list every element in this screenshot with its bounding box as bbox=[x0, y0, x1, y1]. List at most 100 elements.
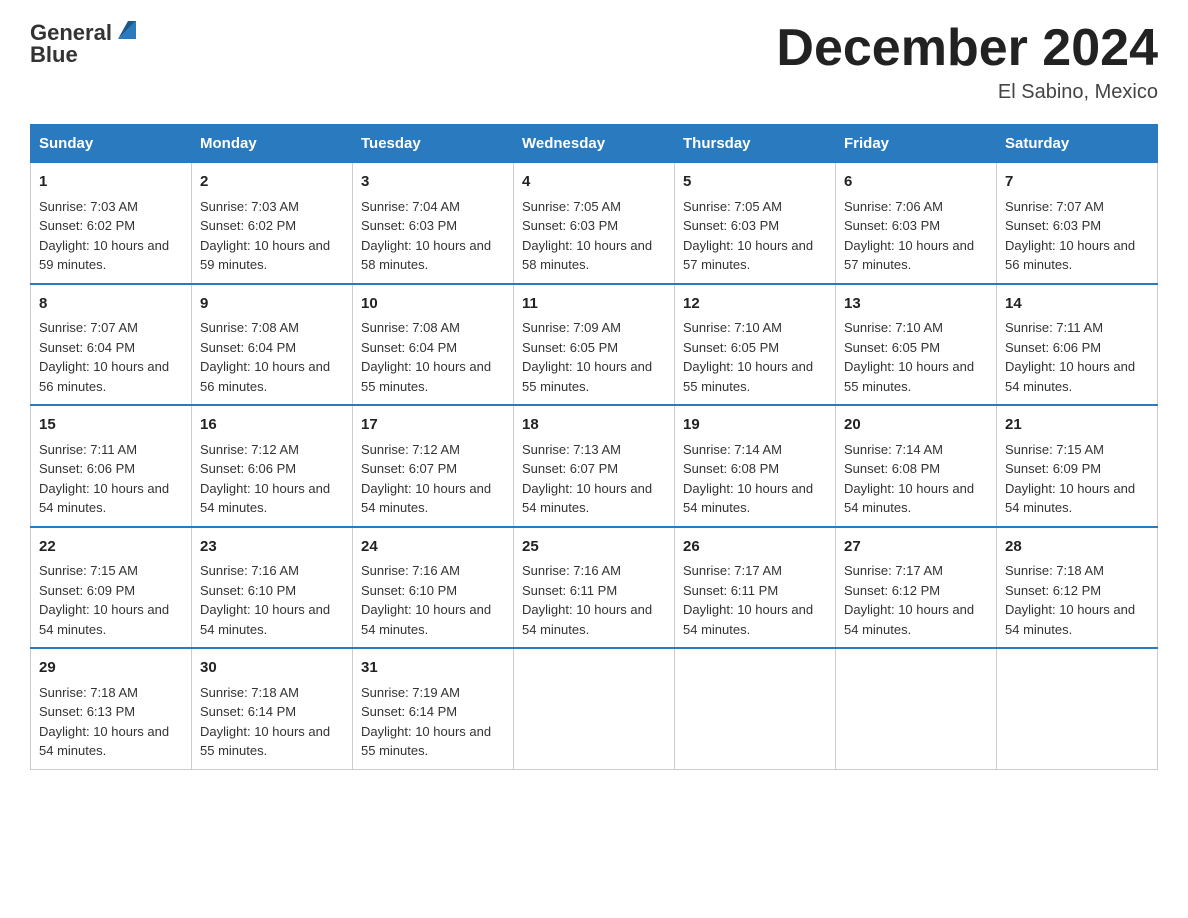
calendar-header-thursday: Thursday bbox=[675, 125, 836, 163]
sunrise-text: Sunrise: 7:16 AM bbox=[361, 561, 505, 581]
calendar-header-wednesday: Wednesday bbox=[514, 125, 675, 163]
sunrise-text: Sunrise: 7:17 AM bbox=[844, 561, 988, 581]
sunrise-text: Sunrise: 7:09 AM bbox=[522, 318, 666, 338]
calendar-cell: 6Sunrise: 7:06 AMSunset: 6:03 PMDaylight… bbox=[836, 163, 997, 284]
day-number: 7 bbox=[1005, 171, 1149, 194]
calendar-cell: 25Sunrise: 7:16 AMSunset: 6:11 PMDayligh… bbox=[514, 527, 675, 649]
sunset-text: Sunset: 6:09 PM bbox=[1005, 459, 1149, 479]
calendar-header-sunday: Sunday bbox=[31, 125, 192, 163]
calendar-cell: 26Sunrise: 7:17 AMSunset: 6:11 PMDayligh… bbox=[675, 527, 836, 649]
sunset-text: Sunset: 6:06 PM bbox=[1005, 338, 1149, 358]
calendar-cell: 30Sunrise: 7:18 AMSunset: 6:14 PMDayligh… bbox=[192, 648, 353, 769]
day-number: 13 bbox=[844, 293, 988, 316]
sunrise-text: Sunrise: 7:08 AM bbox=[361, 318, 505, 338]
sunset-text: Sunset: 6:05 PM bbox=[522, 338, 666, 358]
daylight-text: Daylight: 10 hours and 54 minutes. bbox=[39, 479, 183, 518]
calendar-header-saturday: Saturday bbox=[997, 125, 1158, 163]
calendar-cell: 15Sunrise: 7:11 AMSunset: 6:06 PMDayligh… bbox=[31, 405, 192, 527]
sunset-text: Sunset: 6:12 PM bbox=[844, 581, 988, 601]
sunset-text: Sunset: 6:11 PM bbox=[683, 581, 827, 601]
daylight-text: Daylight: 10 hours and 55 minutes. bbox=[522, 357, 666, 396]
calendar-header-row: SundayMondayTuesdayWednesdayThursdayFrid… bbox=[31, 125, 1158, 163]
calendar-cell: 5Sunrise: 7:05 AMSunset: 6:03 PMDaylight… bbox=[675, 163, 836, 284]
sunrise-text: Sunrise: 7:13 AM bbox=[522, 440, 666, 460]
day-number: 10 bbox=[361, 293, 505, 316]
sunset-text: Sunset: 6:11 PM bbox=[522, 581, 666, 601]
day-number: 24 bbox=[361, 536, 505, 559]
day-number: 27 bbox=[844, 536, 988, 559]
sunset-text: Sunset: 6:08 PM bbox=[844, 459, 988, 479]
calendar-cell: 13Sunrise: 7:10 AMSunset: 6:05 PMDayligh… bbox=[836, 284, 997, 406]
sunset-text: Sunset: 6:06 PM bbox=[39, 459, 183, 479]
day-number: 28 bbox=[1005, 536, 1149, 559]
sunset-text: Sunset: 6:14 PM bbox=[361, 702, 505, 722]
sunrise-text: Sunrise: 7:17 AM bbox=[683, 561, 827, 581]
daylight-text: Daylight: 10 hours and 54 minutes. bbox=[683, 479, 827, 518]
calendar-cell: 28Sunrise: 7:18 AMSunset: 6:12 PMDayligh… bbox=[997, 527, 1158, 649]
sunrise-text: Sunrise: 7:16 AM bbox=[522, 561, 666, 581]
daylight-text: Daylight: 10 hours and 56 minutes. bbox=[39, 357, 183, 396]
calendar-cell: 12Sunrise: 7:10 AMSunset: 6:05 PMDayligh… bbox=[675, 284, 836, 406]
daylight-text: Daylight: 10 hours and 54 minutes. bbox=[844, 600, 988, 639]
calendar-cell: 11Sunrise: 7:09 AMSunset: 6:05 PMDayligh… bbox=[514, 284, 675, 406]
sunset-text: Sunset: 6:09 PM bbox=[39, 581, 183, 601]
daylight-text: Daylight: 10 hours and 54 minutes. bbox=[361, 479, 505, 518]
day-number: 17 bbox=[361, 414, 505, 437]
day-number: 2 bbox=[200, 171, 344, 194]
day-number: 12 bbox=[683, 293, 827, 316]
daylight-text: Daylight: 10 hours and 55 minutes. bbox=[844, 357, 988, 396]
daylight-text: Daylight: 10 hours and 58 minutes. bbox=[361, 236, 505, 275]
day-number: 18 bbox=[522, 414, 666, 437]
daylight-text: Daylight: 10 hours and 57 minutes. bbox=[844, 236, 988, 275]
calendar-cell: 7Sunrise: 7:07 AMSunset: 6:03 PMDaylight… bbox=[997, 163, 1158, 284]
calendar-table: SundayMondayTuesdayWednesdayThursdayFrid… bbox=[30, 124, 1158, 770]
sunrise-text: Sunrise: 7:18 AM bbox=[39, 683, 183, 703]
sunrise-text: Sunrise: 7:18 AM bbox=[200, 683, 344, 703]
daylight-text: Daylight: 10 hours and 55 minutes. bbox=[361, 722, 505, 761]
sunset-text: Sunset: 6:04 PM bbox=[361, 338, 505, 358]
calendar-week-row-3: 15Sunrise: 7:11 AMSunset: 6:06 PMDayligh… bbox=[31, 405, 1158, 527]
day-number: 15 bbox=[39, 414, 183, 437]
daylight-text: Daylight: 10 hours and 54 minutes. bbox=[361, 600, 505, 639]
calendar-header-friday: Friday bbox=[836, 125, 997, 163]
calendar-week-row-5: 29Sunrise: 7:18 AMSunset: 6:13 PMDayligh… bbox=[31, 648, 1158, 769]
day-number: 21 bbox=[1005, 414, 1149, 437]
calendar-cell: 19Sunrise: 7:14 AMSunset: 6:08 PMDayligh… bbox=[675, 405, 836, 527]
sunset-text: Sunset: 6:10 PM bbox=[200, 581, 344, 601]
daylight-text: Daylight: 10 hours and 54 minutes. bbox=[683, 600, 827, 639]
daylight-text: Daylight: 10 hours and 58 minutes. bbox=[522, 236, 666, 275]
day-number: 3 bbox=[361, 171, 505, 194]
calendar-cell: 9Sunrise: 7:08 AMSunset: 6:04 PMDaylight… bbox=[192, 284, 353, 406]
day-number: 29 bbox=[39, 657, 183, 680]
sunset-text: Sunset: 6:13 PM bbox=[39, 702, 183, 722]
daylight-text: Daylight: 10 hours and 55 minutes. bbox=[683, 357, 827, 396]
sunset-text: Sunset: 6:04 PM bbox=[39, 338, 183, 358]
sunset-text: Sunset: 6:02 PM bbox=[200, 216, 344, 236]
daylight-text: Daylight: 10 hours and 54 minutes. bbox=[1005, 479, 1149, 518]
logo-blue-text: Blue bbox=[30, 42, 78, 68]
day-number: 9 bbox=[200, 293, 344, 316]
daylight-text: Daylight: 10 hours and 54 minutes. bbox=[1005, 357, 1149, 396]
calendar-cell bbox=[675, 648, 836, 769]
calendar-cell: 2Sunrise: 7:03 AMSunset: 6:02 PMDaylight… bbox=[192, 163, 353, 284]
daylight-text: Daylight: 10 hours and 54 minutes. bbox=[200, 479, 344, 518]
day-number: 8 bbox=[39, 293, 183, 316]
daylight-text: Daylight: 10 hours and 55 minutes. bbox=[361, 357, 505, 396]
sunrise-text: Sunrise: 7:15 AM bbox=[39, 561, 183, 581]
calendar-cell: 23Sunrise: 7:16 AMSunset: 6:10 PMDayligh… bbox=[192, 527, 353, 649]
calendar-cell: 24Sunrise: 7:16 AMSunset: 6:10 PMDayligh… bbox=[353, 527, 514, 649]
sunset-text: Sunset: 6:07 PM bbox=[361, 459, 505, 479]
day-number: 1 bbox=[39, 171, 183, 194]
sunset-text: Sunset: 6:07 PM bbox=[522, 459, 666, 479]
daylight-text: Daylight: 10 hours and 54 minutes. bbox=[39, 600, 183, 639]
calendar-cell: 29Sunrise: 7:18 AMSunset: 6:13 PMDayligh… bbox=[31, 648, 192, 769]
daylight-text: Daylight: 10 hours and 56 minutes. bbox=[1005, 236, 1149, 275]
calendar-cell bbox=[514, 648, 675, 769]
sunrise-text: Sunrise: 7:03 AM bbox=[200, 197, 344, 217]
day-number: 25 bbox=[522, 536, 666, 559]
calendar-cell: 20Sunrise: 7:14 AMSunset: 6:08 PMDayligh… bbox=[836, 405, 997, 527]
sunset-text: Sunset: 6:03 PM bbox=[522, 216, 666, 236]
title-section: December 2024 El Sabino, Mexico bbox=[776, 20, 1158, 104]
sunrise-text: Sunrise: 7:10 AM bbox=[844, 318, 988, 338]
sunset-text: Sunset: 6:03 PM bbox=[844, 216, 988, 236]
